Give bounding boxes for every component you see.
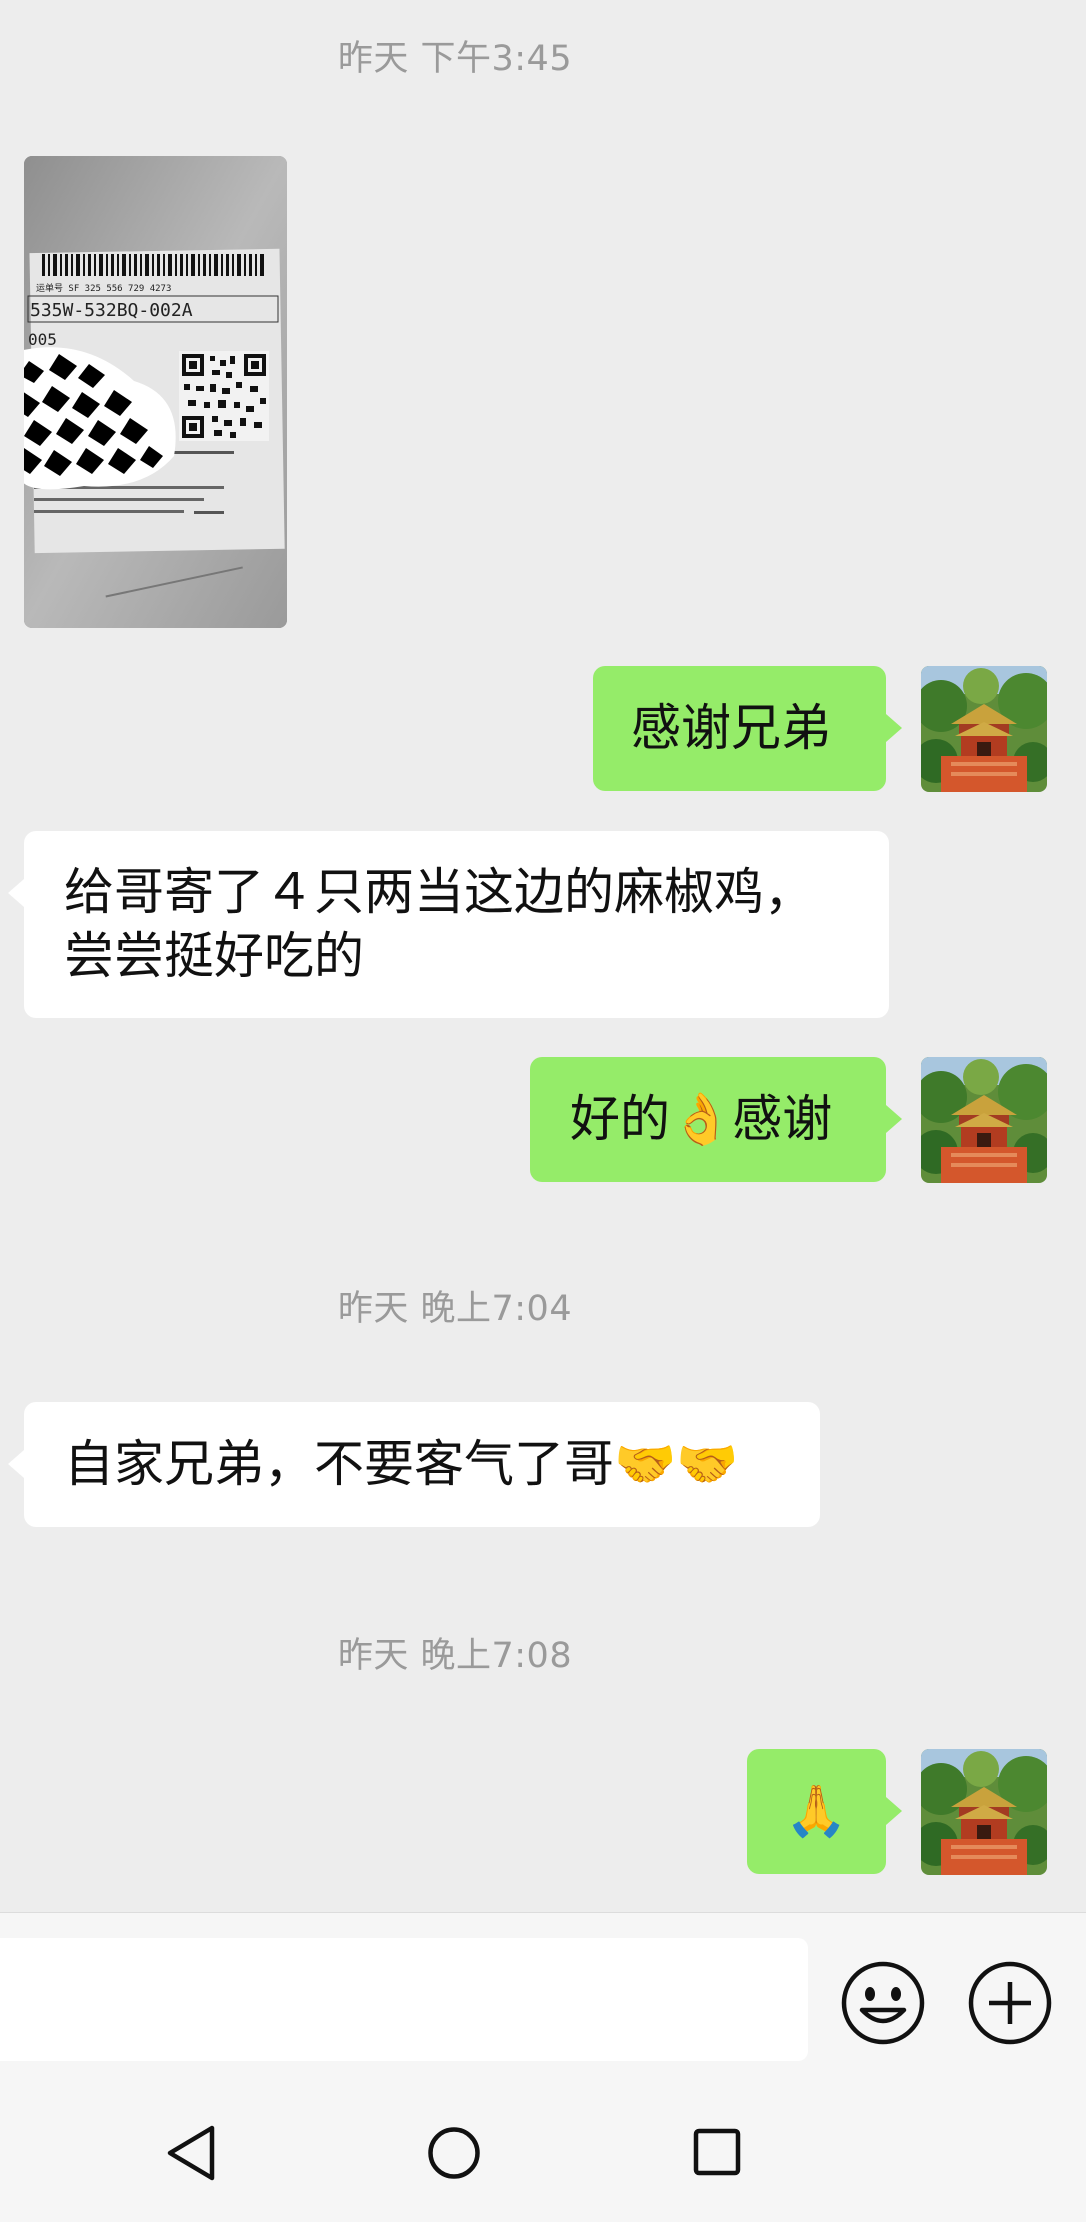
avatar-temple-image bbox=[921, 1749, 1047, 1875]
photo-message[interactable]: 运单号 SF 325 556 729 4273 535W-532BQ-002A … bbox=[24, 156, 287, 628]
message-text: 感谢 bbox=[732, 1090, 833, 1148]
message-input[interactable] bbox=[0, 1938, 808, 2061]
label-waybill-text: 运单号 SF 325 556 729 4273 bbox=[36, 282, 171, 294]
triangle-back-icon[interactable] bbox=[166, 2124, 216, 2182]
bubble-tail bbox=[8, 879, 24, 907]
bubble-tail bbox=[886, 1797, 902, 1825]
chat-input-bar bbox=[0, 1912, 1086, 2066]
message-text-line: 给哥寄了４只两当这边的麻椒鸡， bbox=[64, 863, 814, 921]
avatar-temple-image bbox=[921, 1057, 1047, 1183]
circle-home-icon[interactable] bbox=[427, 2126, 481, 2180]
my-avatar[interactable] bbox=[921, 1749, 1047, 1875]
message-text: 感谢兄弟 bbox=[631, 699, 831, 757]
smiley-icon[interactable] bbox=[840, 1960, 926, 2046]
my-message-bubble[interactable]: 好的👌感谢 bbox=[530, 1057, 886, 1182]
my-message-bubble[interactable]: 🙏 bbox=[747, 1749, 886, 1874]
my-avatar[interactable] bbox=[921, 666, 1047, 792]
square-recents-icon[interactable] bbox=[693, 2128, 741, 2176]
timestamp: 昨天 晚上7:08 bbox=[337, 1636, 573, 1676]
avatar-temple-image bbox=[921, 666, 1047, 792]
other-message-bubble[interactable]: 自家兄弟，不要客气了哥🤝🤝 bbox=[24, 1402, 820, 1527]
handshake-emoji: 🤝🤝 bbox=[614, 1435, 739, 1493]
message-text-line: 尝尝挺好吃的 bbox=[64, 927, 364, 985]
ok-hand-emoji: 👌 bbox=[670, 1090, 733, 1148]
timestamp: 昨天 下午3:45 bbox=[337, 39, 573, 79]
bubble-tail bbox=[886, 1105, 902, 1133]
qr-code bbox=[179, 351, 269, 441]
message-text: 自家兄弟，不要客气了哥 bbox=[64, 1435, 614, 1493]
my-avatar[interactable] bbox=[921, 1057, 1047, 1183]
bubble-tail bbox=[8, 1450, 24, 1478]
my-message-bubble[interactable]: 感谢兄弟 bbox=[593, 666, 886, 791]
other-message-bubble[interactable]: 给哥寄了４只两当这边的麻椒鸡， 尝尝挺好吃的 bbox=[24, 831, 889, 1018]
label-code-text: 535W-532BQ-002A bbox=[30, 300, 193, 321]
timestamp: 昨天 晚上7:04 bbox=[337, 1289, 573, 1329]
system-navigation-bar bbox=[0, 2065, 1086, 2222]
pray-emoji: 🙏 bbox=[785, 1782, 848, 1840]
shipping-label-image: 运单号 SF 325 556 729 4273 535W-532BQ-002A … bbox=[24, 156, 287, 628]
bubble-tail bbox=[886, 714, 902, 742]
label-number-text: 005 bbox=[28, 330, 57, 349]
plus-circle-icon[interactable] bbox=[967, 1960, 1053, 2046]
message-text: 好的 bbox=[570, 1090, 670, 1148]
